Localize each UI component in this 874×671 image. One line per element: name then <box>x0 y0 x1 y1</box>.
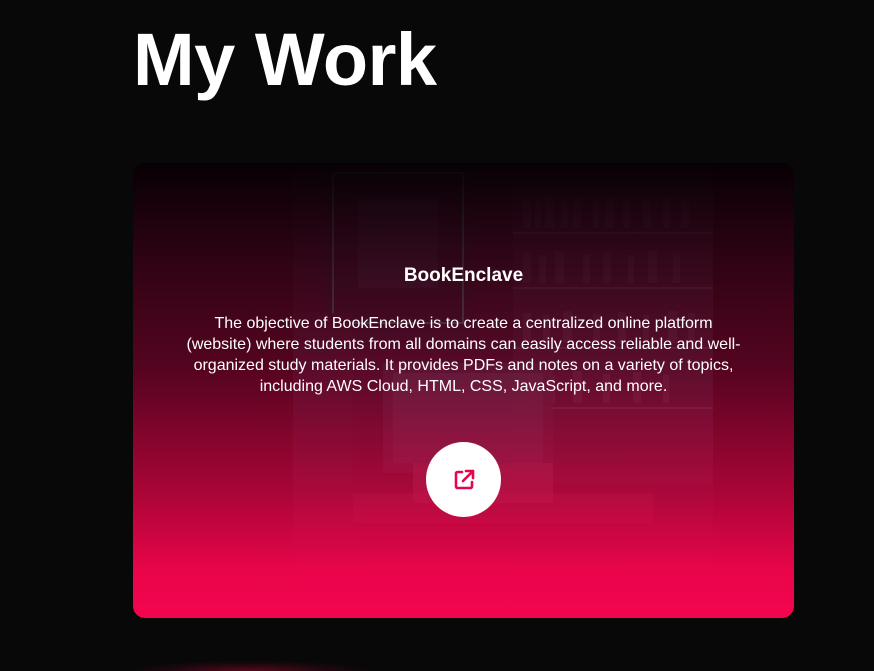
next-project-card-glow <box>133 661 365 671</box>
project-card: BookEnclave The objective of BookEnclave… <box>133 163 794 618</box>
portfolio-page: My Work BookEnclave The objective of Boo… <box>0 0 874 671</box>
project-title: BookEnclave <box>403 265 524 286</box>
open-project-button[interactable] <box>426 442 501 517</box>
project-description: The objective of BookEnclave is to creat… <box>186 315 741 395</box>
external-link-icon <box>452 468 476 492</box>
section-heading: My Work <box>133 18 437 101</box>
